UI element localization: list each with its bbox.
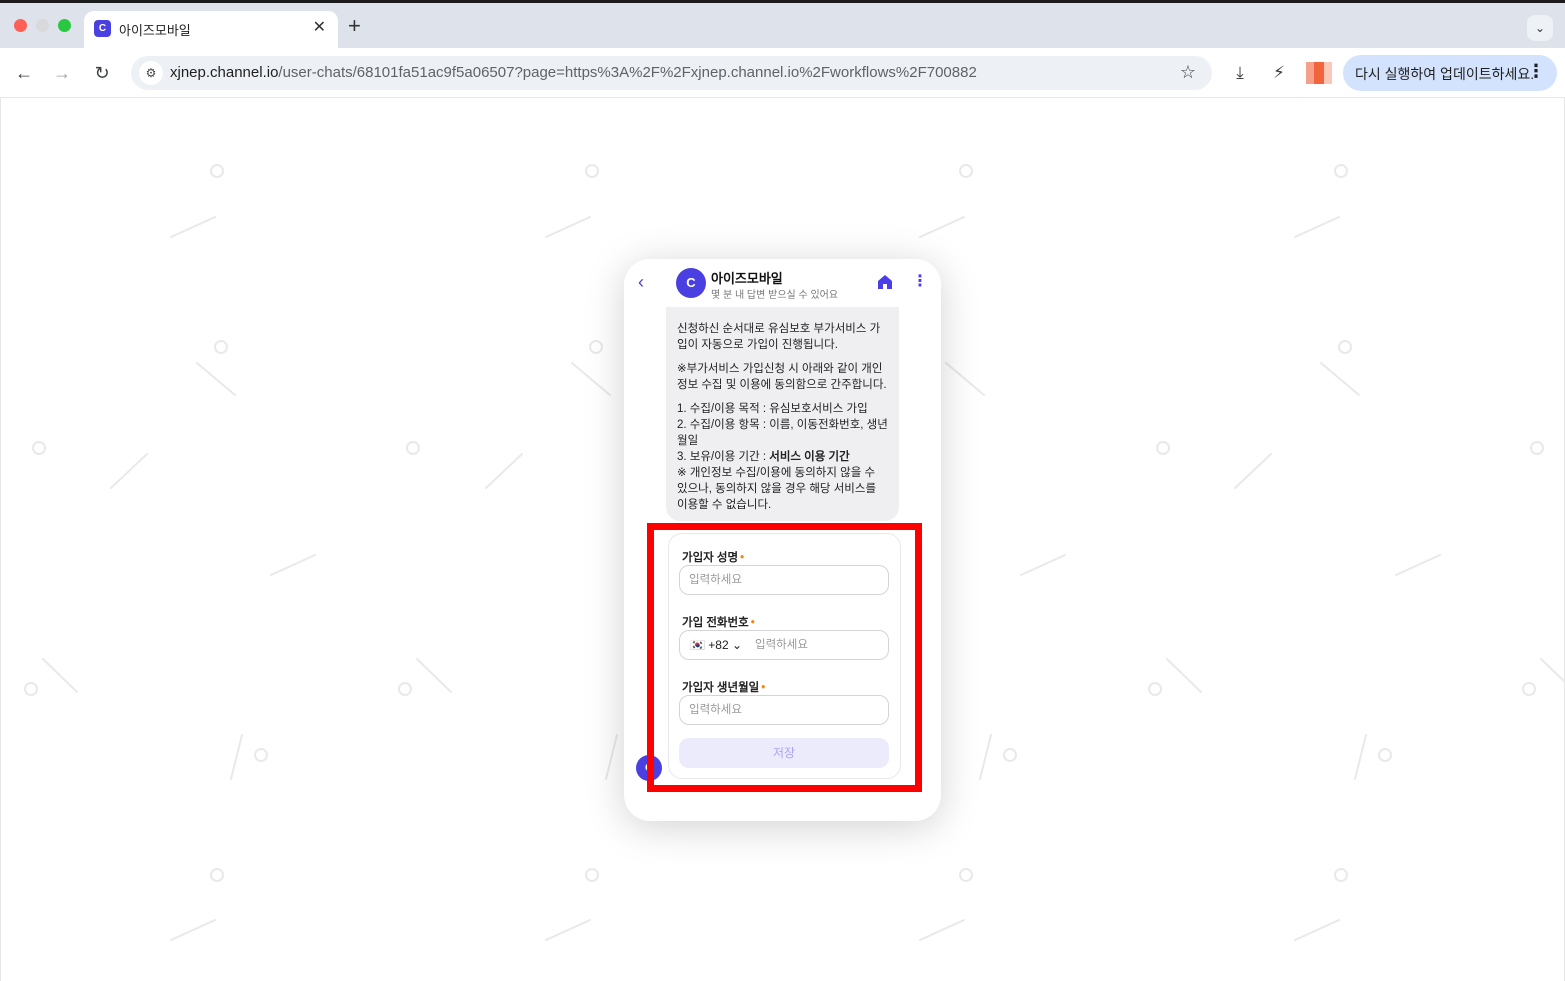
highlight-box: [647, 523, 922, 792]
update-button[interactable]: 다시 실행하여 업데이트하세요. ⋮: [1343, 55, 1557, 91]
back-chevron-icon[interactable]: ‹: [638, 273, 644, 291]
tab-close-icon[interactable]: ✕: [313, 19, 326, 37]
home-icon[interactable]: [876, 273, 894, 291]
message-paragraph: 신청하신 순서대로 유심보호 부가서비스 가입이 자동으로 가입이 진행됩니다.: [677, 323, 881, 351]
new-tab-icon[interactable]: +: [348, 15, 361, 37]
url-text[interactable]: xjnep.channel.io/user-chats/68101fa51ac9…: [170, 64, 977, 81]
tab-search-chevron-icon[interactable]: ⌄: [1527, 15, 1553, 41]
window-minimize-button[interactable]: [36, 19, 49, 32]
window-close-button[interactable]: [14, 19, 27, 32]
consent-list: 1. 수집/이용 목적 : 유심보호서비스 가입 2. 수집/이용 항목 : 이…: [677, 401, 888, 513]
browser-tab-strip: C 아이즈모바일 ✕ + ⌄: [0, 0, 1565, 51]
reload-icon[interactable]: ↻: [89, 60, 115, 86]
back-arrow-icon[interactable]: ←: [11, 60, 37, 86]
message-paragraph: ※부가서비스 가입신청 시 아래와 같이 개인정보 수집 및 이용에 동의함으로…: [677, 363, 887, 391]
channel-name: 아이즈모바일: [711, 271, 783, 286]
bookmark-star-icon[interactable]: ☆: [1180, 62, 1196, 83]
update-button-label: 다시 실행하여 업데이트하세요.: [1355, 66, 1535, 82]
chat-header: ‹ C 아이즈모바일 몇 분 내 답변 받으실 수 있어요 ⋮: [624, 259, 941, 307]
forward-arrow-icon[interactable]: →: [49, 60, 75, 86]
site-settings-icon[interactable]: ⚙: [139, 61, 163, 85]
profile-avatar[interactable]: [1306, 62, 1332, 84]
channel-avatar: C: [676, 268, 706, 298]
more-options-icon[interactable]: ⋮: [912, 273, 928, 291]
consent-note: ※ 개인정보 수집/이용에 동의하지 않을 수 있으나, 동의하지 않을 경우 …: [677, 467, 877, 511]
list-item: 1. 수집/이용 목적 : 유심보호서비스 가입: [677, 403, 868, 415]
list-item: 3. 보유/이용 기간 : 서비스 이용 기간: [677, 451, 850, 463]
channel-talk-logo-icon: C: [94, 20, 111, 37]
tab-title: 아이즈모바일: [119, 23, 191, 38]
download-icon[interactable]: ⤓: [1227, 60, 1253, 86]
response-time-text: 몇 분 내 답변 받으실 수 있어요: [711, 290, 839, 301]
browser-tab-active[interactable]: C 아이즈모바일 ✕: [84, 11, 338, 51]
window-zoom-button[interactable]: [58, 19, 71, 32]
list-item: 2. 수집/이용 항목 : 이름, 이동전화번호, 생년월일: [677, 419, 888, 447]
performance-icon[interactable]: ⚡: [1266, 60, 1292, 86]
address-bar[interactable]: ⚙ xjnep.channel.io/user-chats/68101fa51a…: [131, 56, 1212, 90]
bot-message-bubble: 신청하신 순서대로 유심보호 부가서비스 가입이 자동으로 가입이 진행됩니다.…: [666, 307, 899, 521]
browser-menu-icon[interactable]: ⋮: [1527, 61, 1545, 82]
